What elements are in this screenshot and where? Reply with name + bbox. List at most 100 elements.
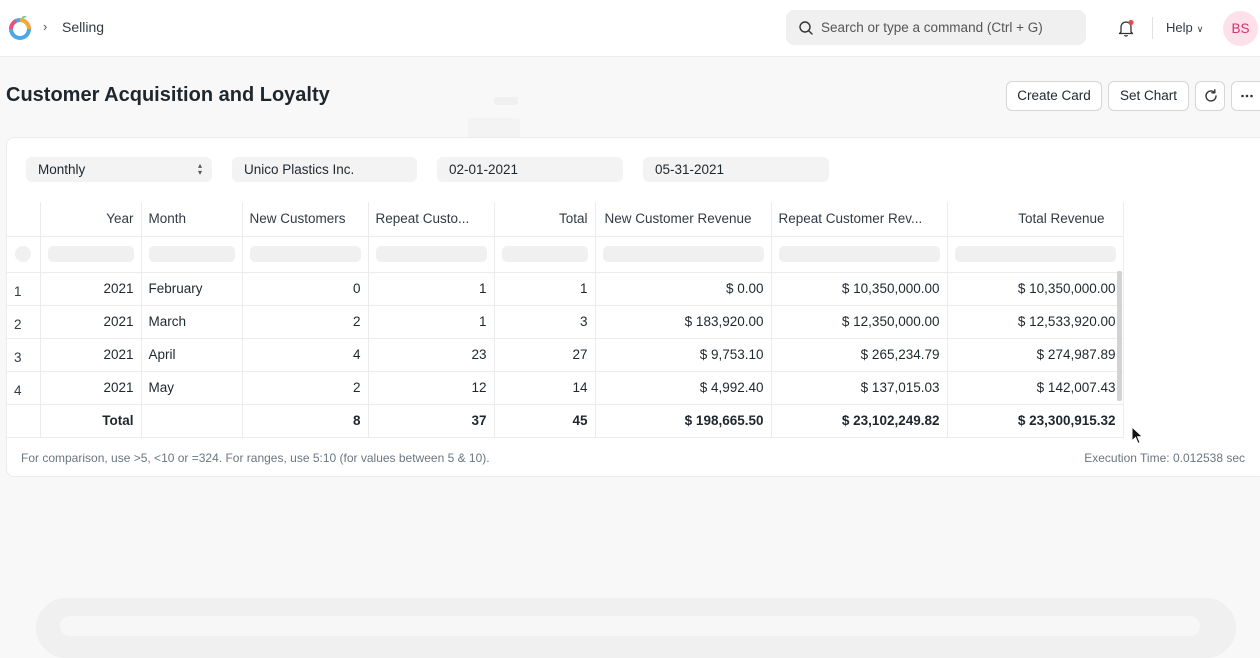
column-filter-input[interactable] bbox=[954, 246, 1116, 262]
repeat-revenue-cell[interactable]: $ 265,234.79 bbox=[771, 338, 948, 372]
column-header-repeat-customers[interactable]: Repeat Custo... bbox=[368, 202, 495, 237]
set-chart-button[interactable]: Set Chart bbox=[1108, 81, 1189, 111]
table-header-row: Year Month New Customers Repeat Custo...… bbox=[7, 202, 1124, 237]
total-revenue-cell[interactable]: $ 12,533,920.00 bbox=[947, 305, 1124, 339]
new-customers-cell[interactable]: 0 bbox=[242, 272, 369, 306]
total-cell[interactable]: 14 bbox=[494, 371, 596, 405]
help-label: Help bbox=[1166, 20, 1193, 35]
refresh-button[interactable] bbox=[1195, 81, 1225, 111]
total-cell[interactable]: 1 bbox=[494, 272, 596, 306]
month-cell[interactable]: February bbox=[141, 272, 243, 306]
filter-hint: For comparison, use >5, <10 or =324. For… bbox=[21, 451, 490, 465]
column-filter-cell bbox=[771, 236, 948, 273]
column-filter-input[interactable] bbox=[501, 246, 588, 262]
mouse-pointer-icon bbox=[1131, 426, 1144, 445]
column-header-year[interactable]: Year bbox=[40, 202, 142, 237]
new-customers-cell[interactable]: 2 bbox=[242, 305, 369, 339]
new-customers-cell[interactable]: 2 bbox=[242, 371, 369, 405]
more-options-button[interactable] bbox=[1231, 81, 1260, 111]
customer-filter[interactable]: Unico Plastics Inc. bbox=[232, 157, 417, 182]
column-filter-cell bbox=[368, 236, 495, 273]
period-select[interactable]: Monthly ▴ ▾ bbox=[26, 157, 212, 182]
column-filter-cell bbox=[7, 236, 41, 273]
repeat-revenue-cell[interactable]: $ 10,350,000.00 bbox=[771, 272, 948, 306]
month-cell[interactable]: March bbox=[141, 305, 243, 339]
loading-placeholder bbox=[60, 616, 1200, 636]
table-row[interactable]: 1 2021 February 0 1 1 $ 0.00 $ 10,350,00… bbox=[7, 272, 1124, 306]
year-cell[interactable]: 2021 bbox=[40, 371, 142, 405]
total-revenue-cell[interactable]: $ 10,350,000.00 bbox=[947, 272, 1124, 306]
execution-time: Execution Time: 0.012538 sec bbox=[1084, 451, 1245, 465]
repeat-revenue-cell[interactable]: $ 137,015.03 bbox=[771, 371, 948, 405]
month-cell[interactable]: May bbox=[141, 371, 243, 405]
total-cell[interactable]: 27 bbox=[494, 338, 596, 372]
search-icon bbox=[799, 21, 813, 35]
filter-placeholder[interactable] bbox=[15, 246, 31, 262]
repeat-customers-cell[interactable]: 23 bbox=[368, 338, 495, 372]
to-date-field[interactable]: 05-31-2021 bbox=[643, 157, 829, 182]
column-header-month[interactable]: Month bbox=[141, 202, 243, 237]
chevron-down-icon: ∨ bbox=[1196, 24, 1204, 34]
column-filter-cell bbox=[141, 236, 243, 273]
refresh-icon bbox=[1205, 89, 1217, 102]
bell-icon[interactable] bbox=[1116, 18, 1136, 38]
column-filter-input[interactable] bbox=[249, 246, 361, 262]
column-filter-input[interactable] bbox=[148, 246, 235, 262]
column-filter-cell bbox=[947, 236, 1124, 273]
repeat-customers-cell[interactable]: 12 bbox=[368, 371, 495, 405]
more-horizontal-icon bbox=[1241, 94, 1253, 98]
column-filter-cell bbox=[40, 236, 142, 273]
totals-label: Total bbox=[40, 404, 142, 438]
navbar-divider bbox=[1152, 17, 1153, 39]
column-filter-input[interactable] bbox=[778, 246, 940, 262]
column-filter-input[interactable] bbox=[375, 246, 487, 262]
table-row[interactable]: 4 2021 May 2 12 14 $ 4,992.40 $ 137,015.… bbox=[7, 371, 1124, 405]
year-cell[interactable]: 2021 bbox=[40, 338, 142, 372]
row-number bbox=[7, 404, 41, 438]
table-row[interactable]: 2 2021 March 2 1 3 $ 183,920.00 $ 12,350… bbox=[7, 305, 1124, 339]
new-revenue-cell[interactable]: $ 4,992.40 bbox=[595, 371, 772, 405]
loading-placeholder bbox=[494, 97, 518, 105]
table-row[interactable]: 3 2021 April 4 23 27 $ 9,753.10 $ 265,23… bbox=[7, 338, 1124, 372]
column-header-repeat-customer-revenue[interactable]: Repeat Customer Rev... bbox=[771, 202, 948, 237]
column-header-new-customer-revenue[interactable]: New Customer Revenue bbox=[595, 202, 772, 237]
total-repeat-revenue: $ 23,102,249.82 bbox=[771, 404, 948, 438]
column-filter-cell bbox=[595, 236, 772, 273]
column-filter-input[interactable] bbox=[47, 246, 134, 262]
year-cell[interactable]: 2021 bbox=[40, 305, 142, 339]
column-header-total-revenue[interactable]: Total Revenue bbox=[947, 202, 1124, 237]
month-cell[interactable]: April bbox=[141, 338, 243, 372]
year-cell[interactable]: 2021 bbox=[40, 272, 142, 306]
column-header-new-customers[interactable]: New Customers bbox=[242, 202, 369, 237]
total-repeat-customers: 37 bbox=[368, 404, 495, 438]
new-customers-cell[interactable]: 4 bbox=[242, 338, 369, 372]
total-revenue-cell[interactable]: $ 274,987.89 bbox=[947, 338, 1124, 372]
row-number: 2 bbox=[7, 305, 41, 339]
column-filter-input[interactable] bbox=[602, 246, 764, 262]
grand-total: 45 bbox=[494, 404, 596, 438]
total-revenue-cell[interactable]: $ 142,007.43 bbox=[947, 371, 1124, 405]
column-header-total[interactable]: Total bbox=[494, 202, 596, 237]
total-new-revenue: $ 198,665.50 bbox=[595, 404, 772, 438]
total-cell[interactable]: 3 bbox=[494, 305, 596, 339]
create-card-button[interactable]: Create Card bbox=[1006, 81, 1102, 111]
avatar[interactable]: BS bbox=[1223, 11, 1258, 46]
repeat-customers-cell[interactable]: 1 bbox=[368, 305, 495, 339]
from-date-field[interactable]: 02-01-2021 bbox=[437, 157, 623, 182]
help-dropdown[interactable]: Help ∨ bbox=[1166, 20, 1203, 35]
total-new-customers: 8 bbox=[242, 404, 369, 438]
new-revenue-cell[interactable]: $ 0.00 bbox=[595, 272, 772, 306]
search-bar[interactable] bbox=[786, 10, 1086, 45]
new-revenue-cell[interactable]: $ 183,920.00 bbox=[595, 305, 772, 339]
page-title: Customer Acquisition and Loyalty bbox=[6, 84, 330, 106]
report-table: Year Month New Customers Repeat Custo...… bbox=[7, 202, 1124, 438]
column-filter-cell bbox=[494, 236, 596, 273]
new-revenue-cell[interactable]: $ 9,753.10 bbox=[595, 338, 772, 372]
repeat-revenue-cell[interactable]: $ 12,350,000.00 bbox=[771, 305, 948, 339]
repeat-customers-cell[interactable]: 1 bbox=[368, 272, 495, 306]
search-input[interactable] bbox=[821, 17, 1071, 37]
table-scrollbar[interactable] bbox=[1117, 271, 1122, 401]
breadcrumb-selling[interactable]: Selling bbox=[62, 19, 104, 35]
app-logo-icon[interactable] bbox=[8, 16, 32, 40]
period-value: Monthly bbox=[38, 162, 86, 177]
